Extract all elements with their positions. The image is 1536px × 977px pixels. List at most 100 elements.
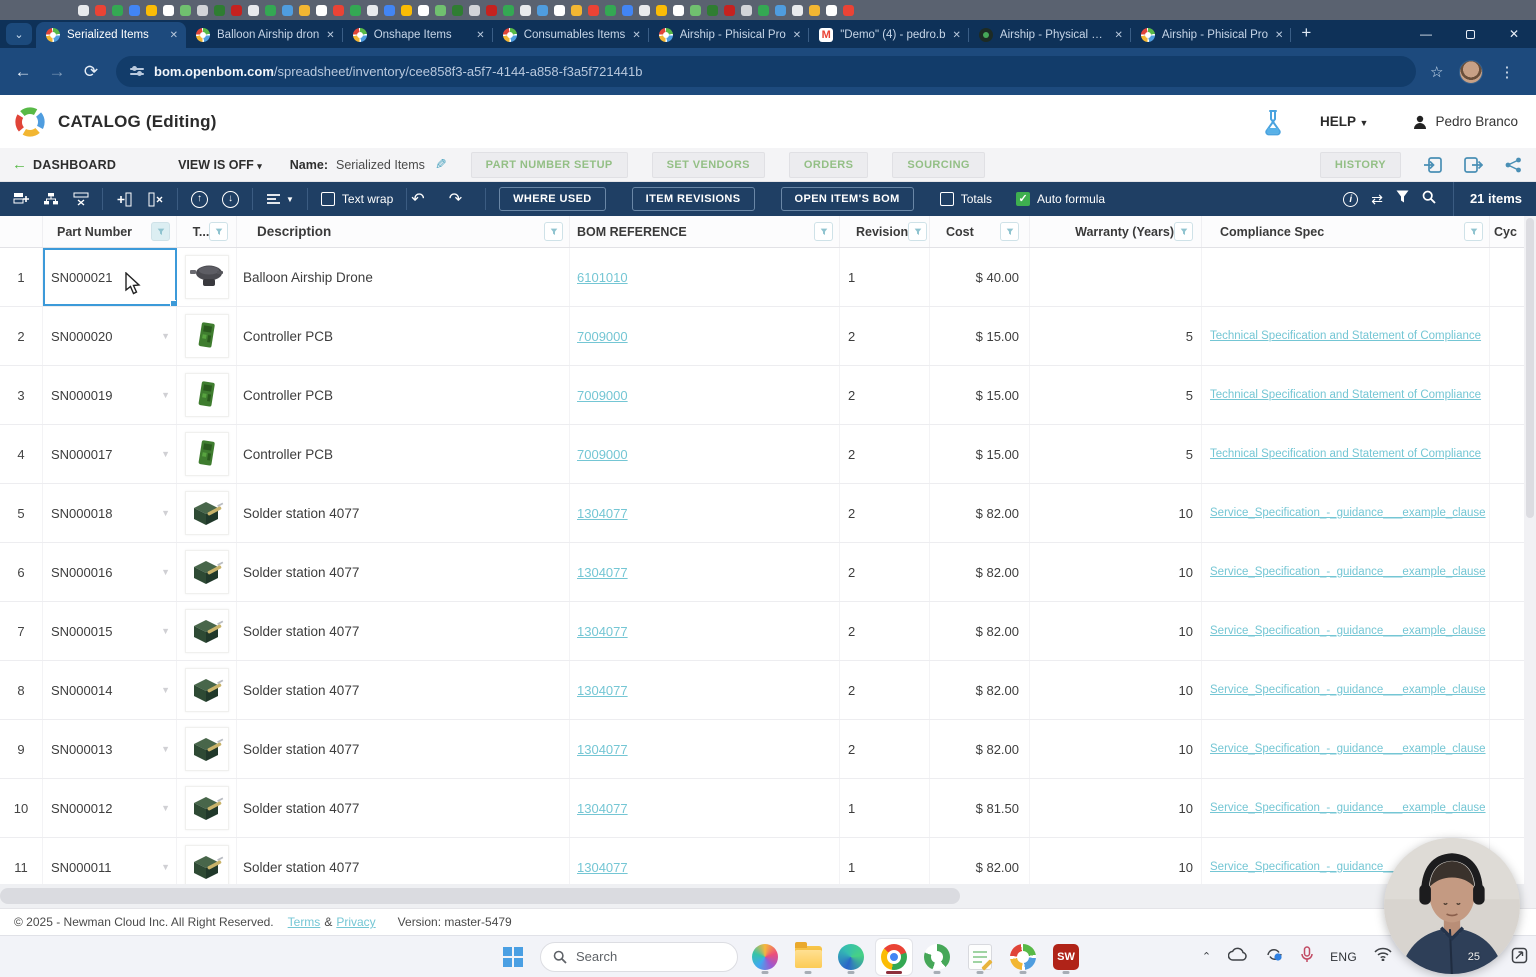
- revision-cell[interactable]: 2: [840, 425, 930, 483]
- tray-panel-icon[interactable]: [1511, 947, 1528, 969]
- revision-cell[interactable]: 2: [840, 602, 930, 660]
- compliance-cell[interactable]: Service_Specification_-_guidance___examp…: [1202, 543, 1490, 601]
- warranty-cell[interactable]: 10: [1030, 602, 1202, 660]
- part-number-cell[interactable]: SN000018 ▼: [43, 484, 177, 542]
- compliance-cell[interactable]: Service_Specification_-_guidance___examp…: [1202, 602, 1490, 660]
- bom-reference-cell[interactable]: 1304077: [570, 779, 840, 837]
- cell-dropdown-caret-icon[interactable]: ▼: [161, 862, 170, 872]
- filter-icon[interactable]: [1396, 190, 1409, 208]
- cyc-cell[interactable]: [1490, 720, 1524, 778]
- tab-search-chevron-icon[interactable]: ⌄: [6, 23, 32, 45]
- swap-columns-icon[interactable]: ⇄: [1371, 191, 1383, 208]
- column-header-thumbnail[interactable]: T...: [177, 216, 237, 247]
- compliance-cell[interactable]: Service_Specification_-_guidance___examp…: [1202, 484, 1490, 542]
- back-arrow-icon[interactable]: ←: [12, 156, 27, 173]
- row-number[interactable]: 7: [0, 602, 43, 660]
- share-icon[interactable]: [1505, 157, 1522, 173]
- bom-reference-link[interactable]: 1304077: [577, 742, 628, 757]
- openbom-taskbar-icon[interactable]: [1005, 939, 1041, 975]
- bom-reference-cell[interactable]: 1304077: [570, 484, 840, 542]
- tab-close-icon[interactable]: ✕: [326, 30, 334, 41]
- tab-close-icon[interactable]: ✕: [476, 30, 484, 41]
- compliance-spec-link[interactable]: Service_Specification_-_guidance___examp…: [1210, 625, 1486, 637]
- window-maximize-button[interactable]: [1448, 29, 1492, 39]
- move-down-icon[interactable]: ↓: [222, 190, 239, 208]
- cyc-cell[interactable]: [1490, 661, 1524, 719]
- cost-cell[interactable]: $ 82.00: [930, 720, 1030, 778]
- compliance-cell[interactable]: Technical Specification and Statement of…: [1202, 307, 1490, 365]
- filter-icon[interactable]: [544, 222, 563, 241]
- revision-cell[interactable]: 2: [840, 720, 930, 778]
- filter-icon[interactable]: [814, 222, 833, 241]
- column-header-revision[interactable]: Revision: [840, 216, 930, 247]
- row-number[interactable]: 6: [0, 543, 43, 601]
- start-button[interactable]: [495, 939, 531, 975]
- cyc-cell[interactable]: [1490, 779, 1524, 837]
- cell-dropdown-caret-icon[interactable]: ▼: [161, 803, 170, 813]
- tray-overflow-chevron-icon[interactable]: ⌃: [1202, 950, 1211, 963]
- revision-cell[interactable]: 1: [840, 779, 930, 837]
- cost-cell[interactable]: $ 15.00: [930, 425, 1030, 483]
- redo-icon[interactable]: ↷: [449, 189, 472, 209]
- row-number[interactable]: 8: [0, 661, 43, 719]
- description-cell[interactable]: Controller PCB: [237, 425, 570, 483]
- bom-reference-cell[interactable]: 7009000: [570, 425, 840, 483]
- compliance-cell[interactable]: [1202, 248, 1490, 306]
- cell-dropdown-caret-icon[interactable]: ▼: [161, 331, 170, 341]
- cost-cell[interactable]: $ 82.00: [930, 543, 1030, 601]
- cyc-cell[interactable]: [1490, 366, 1524, 424]
- row-number[interactable]: 3: [0, 366, 43, 424]
- site-settings-icon[interactable]: [130, 66, 144, 76]
- filter-icon[interactable]: [1000, 222, 1019, 241]
- thumbnail-cell[interactable]: [177, 543, 237, 601]
- browser-tab-8[interactable]: Airship - Phisical Pro ✕: [1131, 22, 1292, 48]
- bom-reference-link[interactable]: 1304077: [577, 506, 628, 521]
- filter-icon[interactable]: [209, 222, 229, 241]
- browser-tab-2[interactable]: Balloon Airship dron ✕: [186, 22, 343, 48]
- description-cell[interactable]: Solder station 4077: [237, 543, 570, 601]
- description-cell[interactable]: Solder station 4077: [237, 661, 570, 719]
- filter-icon[interactable]: [908, 222, 928, 241]
- compliance-spec-link[interactable]: Service_Specification_-_guidance___examp…: [1210, 566, 1486, 578]
- filter-icon[interactable]: [1464, 222, 1483, 241]
- new-tab-button[interactable]: +: [1301, 23, 1311, 43]
- revision-cell[interactable]: 2: [840, 484, 930, 542]
- reload-button[interactable]: ⟳: [74, 62, 108, 82]
- part-number-cell[interactable]: SN000015 ▼: [43, 602, 177, 660]
- delete-column-icon[interactable]: [147, 192, 164, 207]
- open-items-bom-button[interactable]: OPEN ITEM'S BOM: [780, 187, 914, 211]
- import-icon[interactable]: [1423, 156, 1442, 173]
- filter-icon[interactable]: [1174, 222, 1193, 241]
- revision-cell[interactable]: 1: [840, 248, 930, 306]
- compliance-spec-link[interactable]: Service_Specification_-_guidance___examp…: [1210, 802, 1486, 814]
- revision-cell[interactable]: 2: [840, 307, 930, 365]
- compliance-spec-link[interactable]: Service_Specification_-_guidance___examp…: [1210, 507, 1486, 519]
- description-cell[interactable]: Solder station 4077: [237, 779, 570, 837]
- cyc-cell[interactable]: [1490, 484, 1524, 542]
- bom-reference-cell[interactable]: 1304077: [570, 543, 840, 601]
- wifi-icon[interactable]: [1374, 947, 1392, 966]
- bom-reference-link[interactable]: 7009000: [577, 329, 628, 344]
- onshape-taskbar-icon[interactable]: [919, 939, 955, 975]
- bom-reference-cell[interactable]: 1304077: [570, 720, 840, 778]
- solidworks-taskbar-icon[interactable]: SW: [1048, 939, 1084, 975]
- cost-cell[interactable]: $ 82.00: [930, 602, 1030, 660]
- warranty-cell[interactable]: 10: [1030, 543, 1202, 601]
- compliance-cell[interactable]: Service_Specification_-_guidance___examp…: [1202, 720, 1490, 778]
- cell-dropdown-caret-icon[interactable]: ▼: [161, 449, 170, 459]
- column-header-compliance-spec[interactable]: Compliance Spec: [1202, 216, 1490, 247]
- column-header-cost[interactable]: Cost: [930, 216, 1030, 247]
- thumbnail-cell[interactable]: [177, 779, 237, 837]
- revision-cell[interactable]: 2: [840, 661, 930, 719]
- row-number[interactable]: 1: [0, 248, 43, 306]
- thumbnail-cell[interactable]: [177, 366, 237, 424]
- help-menu[interactable]: HELP ▼: [1320, 114, 1368, 129]
- sourcing-button[interactable]: SOURCING: [892, 151, 985, 178]
- export-icon[interactable]: [1464, 156, 1483, 173]
- part-number-cell[interactable]: SN000016 ▼: [43, 543, 177, 601]
- where-used-button[interactable]: WHERE USED: [499, 187, 606, 211]
- item-revisions-button[interactable]: ITEM REVISIONS: [631, 187, 755, 211]
- onedrive-cloud-icon[interactable]: [1227, 947, 1248, 966]
- revision-cell[interactable]: 2: [840, 543, 930, 601]
- compliance-spec-link[interactable]: Technical Specification and Statement of…: [1210, 448, 1481, 460]
